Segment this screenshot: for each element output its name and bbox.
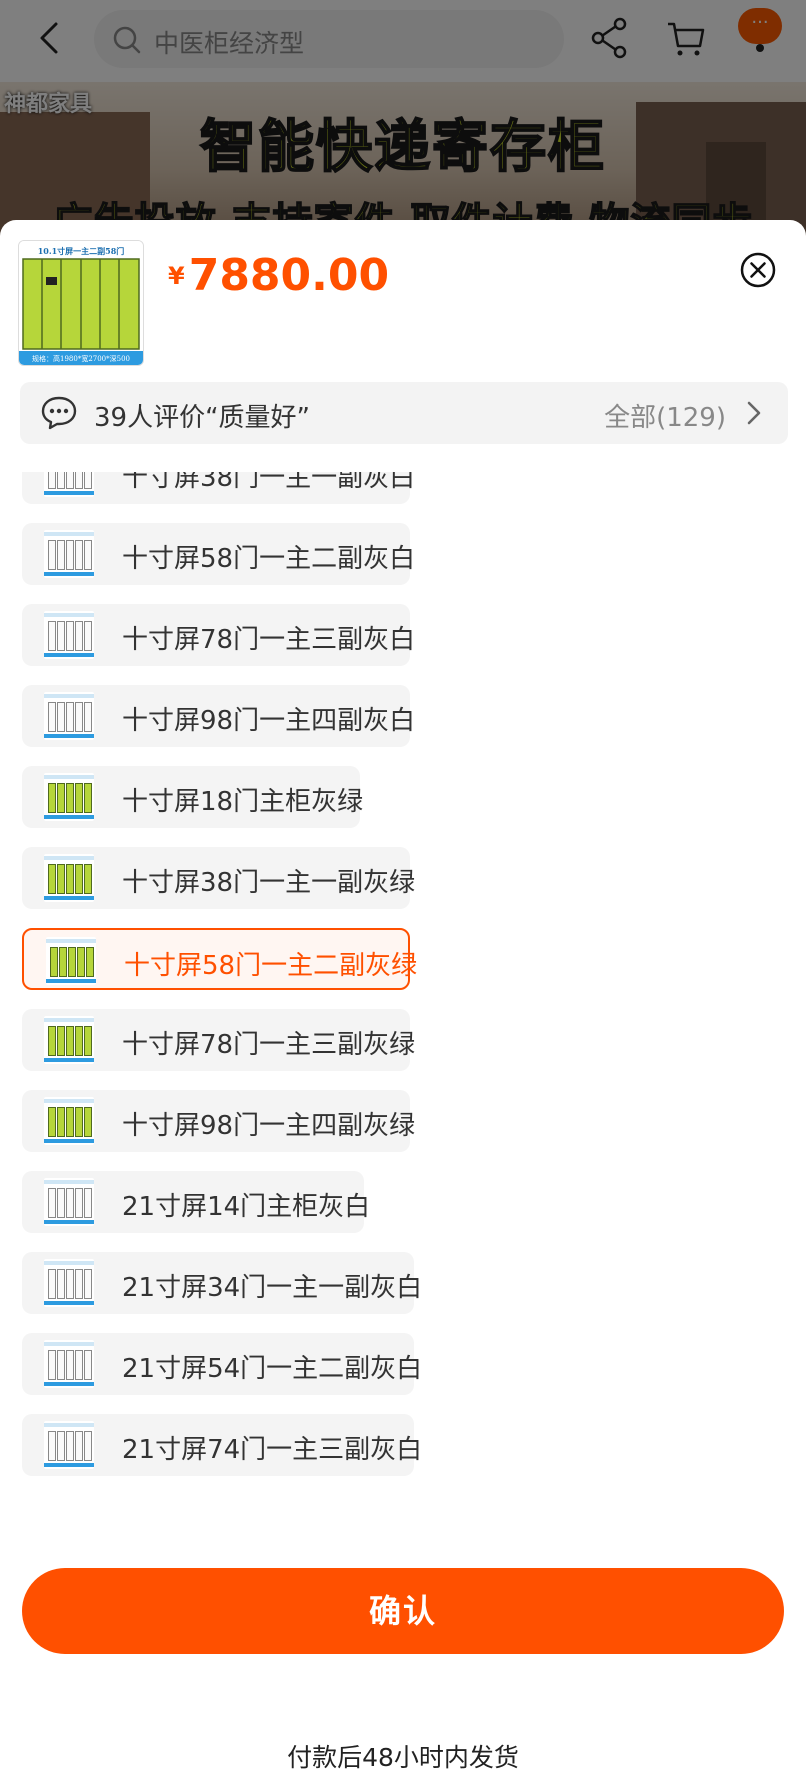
review-all-link[interactable]: 全部(129) (604, 397, 726, 434)
cabinet-illustration (48, 864, 92, 894)
cabinet-illustration (48, 540, 92, 570)
thumb-footer-strip (44, 1382, 94, 1386)
sku-option-label: 十寸屏58门一主二副灰绿 (124, 951, 418, 981)
sku-option-thumbnail (44, 1421, 94, 1469)
sku-options-list[interactable]: 十寸屏38门一主一副灰白十寸屏58门一主二副灰白 十寸屏78门一主三副灰白 十寸屏9… (0, 472, 806, 1728)
sku-option-label: 十寸屏78门一主三副灰绿 (122, 1030, 416, 1060)
sku-option-label: 21寸屏74门一主三副灰白 (122, 1435, 423, 1465)
sku-option[interactable]: 十寸屏98门一主四副灰绿 (22, 1090, 415, 1152)
thumb-footer-strip (44, 1463, 94, 1467)
sku-option-label: 21寸屏34门一主一副灰白 (122, 1273, 423, 1303)
sku-option-label: 十寸屏98门一主四副灰绿 (122, 1111, 416, 1141)
thumb-footer-strip (44, 1220, 94, 1224)
sku-option-label: 十寸屏58门一主二副灰白 (122, 544, 416, 574)
sku-option-thumbnail (44, 773, 94, 821)
thumb-header-strip (44, 1423, 94, 1427)
modal-overlay[interactable] (0, 0, 806, 240)
cabinet-illustration (48, 1350, 92, 1380)
sku-option-label: 十寸屏38门一主一副灰白 (122, 472, 416, 493)
thumb-footer-strip (44, 896, 94, 900)
cabinet-illustration (48, 783, 92, 813)
cabinet-illustration (48, 1026, 92, 1056)
sku-option-thumbnail (46, 937, 96, 985)
thumb-footer-strip (44, 572, 94, 576)
cabinet-illustration (50, 947, 94, 977)
thumb-header-strip (46, 939, 96, 943)
thumb-header-strip (44, 775, 94, 779)
sku-option-label: 十寸屏38门一主一副灰绿 (122, 868, 416, 898)
sku-option[interactable]: 十寸屏78门一主三副灰白 (22, 604, 415, 666)
cabinet-illustration (48, 621, 92, 651)
sku-option[interactable]: 十寸屏78门一主三副灰绿 (22, 1009, 415, 1071)
sku-option[interactable]: 十寸屏38门一主一副灰绿 (22, 847, 415, 909)
sku-option-label: 21寸屏54门一主二副灰白 (122, 1354, 423, 1384)
cabinet-illustration (48, 1269, 92, 1299)
sku-option[interactable]: 十寸屏18门主柜灰绿 (22, 766, 364, 828)
thumb-header-strip (44, 613, 94, 617)
close-icon[interactable] (738, 250, 778, 290)
cabinet-illustration (48, 1107, 92, 1137)
thumb-footer-strip (44, 1139, 94, 1143)
thumb-footer-strip (44, 815, 94, 819)
sku-option-thumbnail (44, 1178, 94, 1226)
thumb-title: 10.1寸屏一主二副58门 (38, 246, 125, 256)
thumb-header-strip (44, 1099, 94, 1103)
background-page: 中医柜经济型 ··· 神都家具 智能快递寄存柜 广告投放 支持寄件 取件计费 物… (0, 0, 806, 240)
thumb-header-strip (44, 1342, 94, 1346)
sku-selector-sheet: 10.1寸屏一主二副58门 规格：高1980*宽2700*深500 ¥7880.… (0, 220, 806, 1772)
comment-icon (41, 396, 77, 430)
sku-option[interactable]: 十寸屏38门一主一副灰白 (22, 472, 415, 504)
sku-option-label: 十寸屏98门一主四副灰白 (122, 706, 416, 736)
sku-option[interactable]: 21寸屏34门一主一副灰白 (22, 1252, 422, 1314)
sku-option-thumbnail (44, 692, 94, 740)
confirm-button[interactable]: 确认 (22, 1568, 784, 1654)
shipping-note: 付款后48小时内发货 (287, 1743, 519, 1772)
cabinet-illustration (48, 472, 92, 489)
thumb-footer-strip (44, 1058, 94, 1062)
sku-option-thumbnail (44, 1340, 94, 1388)
thumb-header-strip (44, 532, 94, 536)
sku-option-label: 十寸屏78门一主三副灰白 (122, 625, 416, 655)
sku-option-thumbnail (44, 854, 94, 902)
product-thumbnail-image: 10.1寸屏一主二副58门 规格：高1980*宽2700*深500 (19, 241, 143, 365)
review-summary-text: 39人评价“质量好” (94, 403, 311, 433)
sku-option-thumbnail (44, 472, 94, 497)
sku-option-thumbnail (44, 1016, 94, 1064)
sku-option-thumbnail (44, 611, 94, 659)
sku-option[interactable]: 21寸屏74门一主三副灰白 (22, 1414, 422, 1476)
cabinet-illustration (48, 1188, 92, 1218)
sku-option-thumbnail (44, 1259, 94, 1307)
cabinet-illustration (48, 702, 92, 732)
price-value: 7880.00 (188, 250, 390, 301)
thumb-header-strip (44, 1180, 94, 1184)
thumb-header-strip (44, 856, 94, 860)
cabinet-illustration (48, 1431, 92, 1461)
sku-option-thumbnail (44, 1097, 94, 1145)
thumb-footer-strip (46, 979, 96, 983)
review-summary-bar[interactable]: 39人评价“质量好” 全部(129) (20, 382, 788, 444)
thumb-spec: 规格：高1980*宽2700*深500 (32, 354, 130, 363)
thumb-footer-strip (44, 1301, 94, 1305)
price: ¥7880.00 (168, 250, 389, 301)
thumb-header-strip (44, 694, 94, 698)
sku-option[interactable]: 十寸屏58门一主二副灰绿 (22, 928, 417, 990)
sku-option[interactable]: 十寸屏58门一主二副灰白 (22, 523, 415, 585)
sku-option-thumbnail (44, 530, 94, 578)
chevron-right-icon (747, 401, 761, 425)
thumb-footer-strip (44, 653, 94, 657)
thumb-footer-strip (44, 491, 94, 495)
sku-option[interactable]: 十寸屏98门一主四副灰白 (22, 685, 415, 747)
sku-option[interactable]: 21寸屏14门主柜灰白 (22, 1171, 370, 1233)
sku-option-label: 21寸屏14门主柜灰白 (122, 1192, 371, 1222)
thumb-header-strip (44, 1018, 94, 1022)
currency-symbol: ¥ (168, 261, 185, 290)
thumb-footer-strip (44, 734, 94, 738)
product-thumbnail[interactable]: 10.1寸屏一主二副58门 规格：高1980*宽2700*深500 (18, 240, 144, 366)
sku-option-label: 十寸屏18门主柜灰绿 (122, 787, 364, 817)
thumb-header-strip (44, 1261, 94, 1265)
sku-option[interactable]: 21寸屏54门一主二副灰白 (22, 1333, 422, 1395)
